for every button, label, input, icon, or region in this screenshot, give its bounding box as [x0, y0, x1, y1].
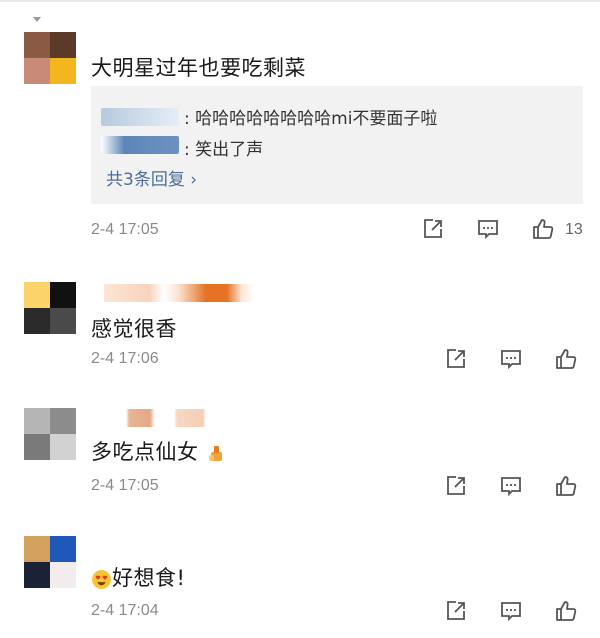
comment-button[interactable]	[498, 598, 524, 624]
comment-time: 2-4 17:04	[91, 602, 159, 619]
reply-username-blurred[interactable]	[101, 108, 179, 126]
comment-text: 好想食!	[91, 562, 185, 592]
share-button[interactable]	[443, 346, 469, 372]
share-button[interactable]	[443, 473, 469, 499]
like-icon	[556, 601, 577, 621]
comment-button[interactable]	[498, 473, 524, 499]
like-button[interactable]	[553, 346, 579, 372]
heart-eyes-emoji	[92, 569, 111, 589]
like-icon	[533, 219, 554, 239]
username-blurred[interactable]	[126, 409, 206, 427]
share-icon	[447, 601, 465, 620]
share-icon	[447, 349, 465, 368]
comment-time: 2-4 17:05	[91, 221, 159, 238]
top-divider	[0, 0, 600, 2]
username-blurred[interactable]	[104, 284, 254, 302]
reply-text: : 哈哈哈哈哈哈哈哈mi不要面子啦	[184, 109, 438, 129]
like-icon	[556, 476, 577, 496]
comment-button[interactable]	[498, 346, 524, 372]
like-count: 13	[565, 221, 583, 238]
comment-button[interactable]	[475, 216, 501, 242]
comment-time: 2-4 17:06	[91, 350, 159, 367]
comment-text: 多吃点仙女	[91, 436, 226, 466]
like-icon	[556, 349, 577, 369]
comment-icon	[501, 602, 521, 622]
comment-time: 2-4 17:05	[91, 477, 159, 494]
reply-username-blurred[interactable]	[101, 136, 179, 154]
avatar[interactable]	[24, 536, 76, 588]
nail-polish-emoji	[208, 446, 222, 461]
comment-icon	[501, 350, 521, 370]
share-icon	[424, 219, 442, 238]
like-button[interactable]	[553, 598, 579, 624]
comment-text: 大明星过年也要吃剩菜	[91, 56, 306, 80]
like-button[interactable]	[553, 473, 579, 499]
reply-text: : 笑出了声	[184, 140, 264, 160]
comment-icon	[478, 220, 498, 240]
avatar[interactable]	[24, 408, 76, 460]
share-icon	[447, 476, 465, 495]
comment-icon	[501, 477, 521, 497]
avatar[interactable]	[24, 282, 76, 334]
avatar[interactable]	[24, 32, 76, 84]
comment-text: 感觉很香	[91, 317, 177, 341]
caret-icon	[33, 17, 41, 22]
more-replies-link[interactable]: 共3条回复 ›	[106, 165, 197, 190]
share-button[interactable]	[420, 216, 446, 242]
share-button[interactable]	[443, 598, 469, 624]
like-button[interactable]	[530, 216, 556, 242]
